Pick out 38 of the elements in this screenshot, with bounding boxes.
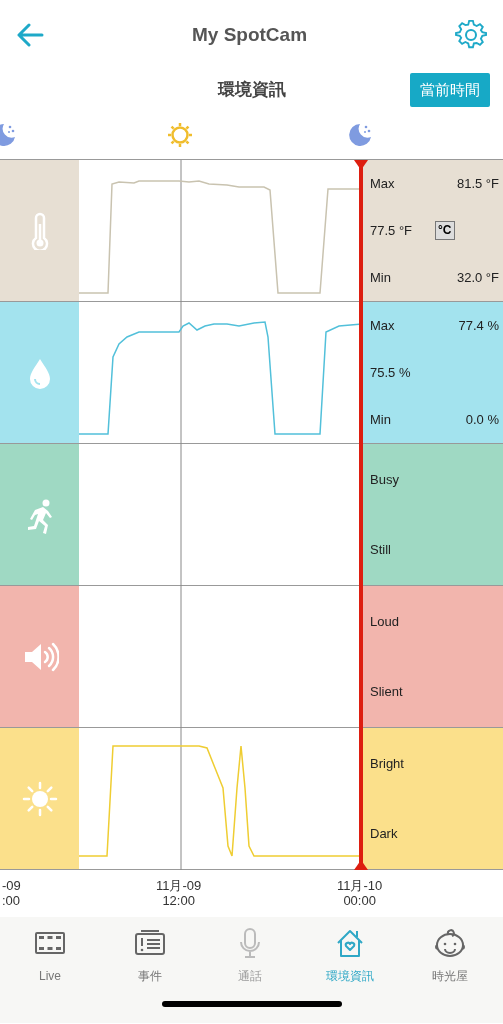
baby-face-icon	[433, 927, 467, 959]
min-value: 32.0 °F	[456, 268, 499, 287]
max-value: 81.5 °F	[456, 174, 499, 193]
min-value: 0.0 %	[465, 410, 499, 429]
axis-time: 12:00	[161, 893, 196, 908]
cursor-handle-icon[interactable]	[354, 860, 368, 870]
tab[interactable]: Live	[0, 917, 100, 985]
tab[interactable]: 事件	[100, 917, 200, 985]
axis-date: 11月-10	[337, 878, 383, 893]
axis-time: :00	[2, 893, 21, 908]
axis-date: 11月-09	[156, 878, 202, 893]
max-value: 77.4 %	[458, 316, 499, 335]
tab[interactable]: 時光屋	[400, 917, 500, 985]
low-label: Still	[370, 541, 392, 559]
settings-icon[interactable]	[455, 19, 487, 51]
tab[interactable]: 環境資訊	[300, 917, 400, 985]
moon-icon	[348, 121, 374, 147]
unit-toggle-button[interactable]: °C	[435, 221, 455, 240]
page-title: My SpotCam	[191, 22, 308, 47]
current-value: 75.5 %	[370, 363, 411, 382]
high-label: Bright	[370, 754, 405, 773]
axis-date: -09	[2, 878, 21, 893]
max-label: Max	[370, 174, 395, 193]
low-label: Dark	[370, 825, 399, 843]
axis-time: 00:00	[342, 893, 377, 908]
section-title: 環境資訊	[217, 79, 286, 102]
min-label: Min	[370, 410, 391, 429]
low-label: Slient	[370, 683, 404, 701]
min-label: Min	[370, 268, 391, 287]
sun-icon	[20, 779, 59, 818]
high-label: Loud	[370, 612, 400, 631]
high-label: Busy	[370, 470, 400, 489]
current-time-button[interactable]: 當前時間	[410, 72, 490, 108]
current-value: 77.5 °F	[370, 221, 413, 240]
back-icon[interactable]	[16, 23, 44, 47]
cursor-handle-icon[interactable]	[354, 160, 368, 170]
sun-icon	[166, 121, 194, 149]
max-label: Max	[370, 316, 395, 335]
